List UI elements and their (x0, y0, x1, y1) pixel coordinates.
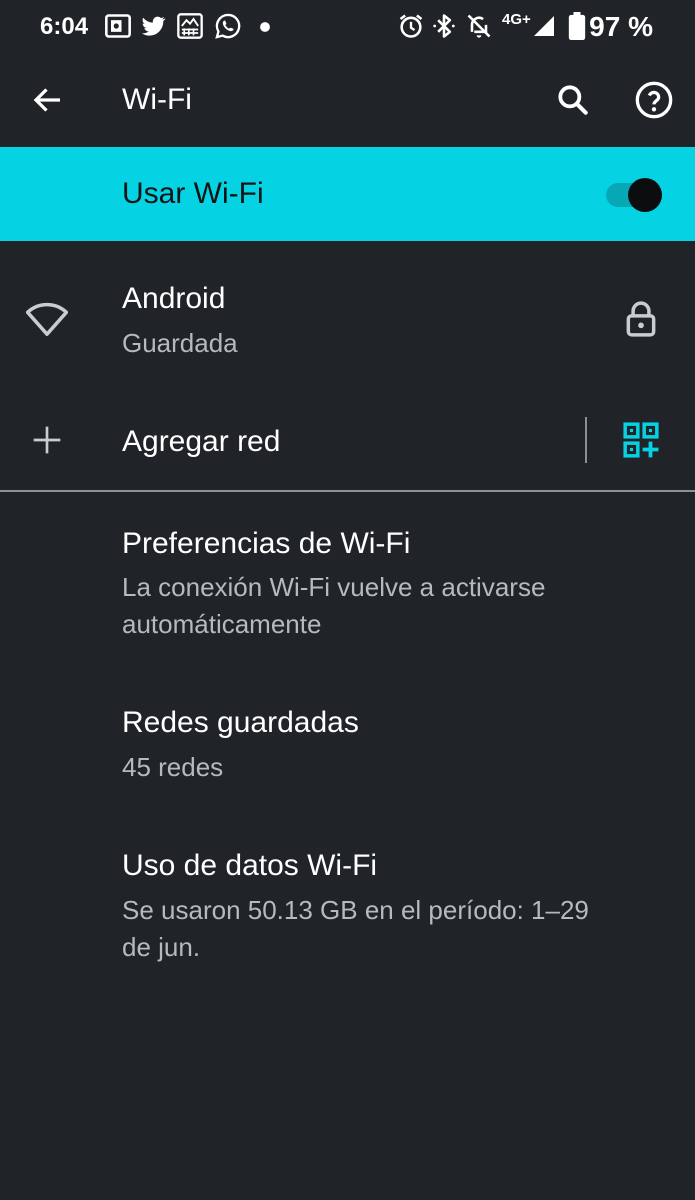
section-divider (0, 490, 695, 492)
saved-networks-title: Redes guardadas (122, 706, 359, 739)
search-icon[interactable] (554, 81, 592, 119)
add-network-label: Agregar red (122, 425, 281, 458)
bluetooth-icon (430, 12, 458, 40)
network-status: Guardada (122, 328, 238, 358)
wifi-switch-thumb[interactable] (628, 178, 662, 212)
wifi-toggle-row[interactable] (0, 147, 695, 241)
alarm-icon (397, 12, 425, 40)
wifi-preferences-title: Preferencias de Wi-Fi (122, 527, 411, 560)
wifi-toggle-label: Usar Wi-Fi (122, 177, 264, 210)
help-icon[interactable] (634, 80, 674, 120)
page-title: Wi-Fi (122, 83, 192, 116)
saved-networks-summary: 45 redes (122, 752, 224, 782)
wifi-preferences-summary-line2: automáticamente (122, 609, 322, 639)
signal-icon (532, 14, 556, 38)
notifications-off-icon (465, 12, 493, 40)
wifi-icon (26, 300, 68, 336)
wifi-preferences-summary-line1: La conexión Wi-Fi vuelve a activarse (122, 572, 546, 602)
qr-code-add-icon[interactable] (622, 421, 660, 459)
wifi-data-usage-title: Uso de datos Wi-Fi (122, 849, 378, 882)
network-type-label: 4G+ (502, 11, 531, 28)
whatsapp-icon (214, 12, 242, 40)
plus-icon (31, 424, 63, 456)
battery-percentage: 97 % (589, 11, 653, 42)
add-network-button[interactable] (0, 400, 580, 482)
wifi-data-usage-summary-line2: de jun. (122, 932, 201, 962)
network-item-android[interactable] (0, 262, 695, 382)
outlook-icon (104, 12, 132, 40)
wifi-data-usage-summary-line1: Se usaron 50.13 GB en el período: 1–29 (122, 895, 589, 925)
network-name: Android (122, 282, 226, 315)
battery-icon (568, 12, 586, 40)
twitter-icon (139, 12, 167, 40)
news-app-icon (176, 12, 204, 40)
lock-icon (624, 300, 658, 338)
arrow-back-icon[interactable] (30, 82, 66, 118)
status-time: 6:04 (40, 13, 89, 40)
vertical-divider (585, 417, 587, 463)
dot-icon (258, 20, 272, 34)
